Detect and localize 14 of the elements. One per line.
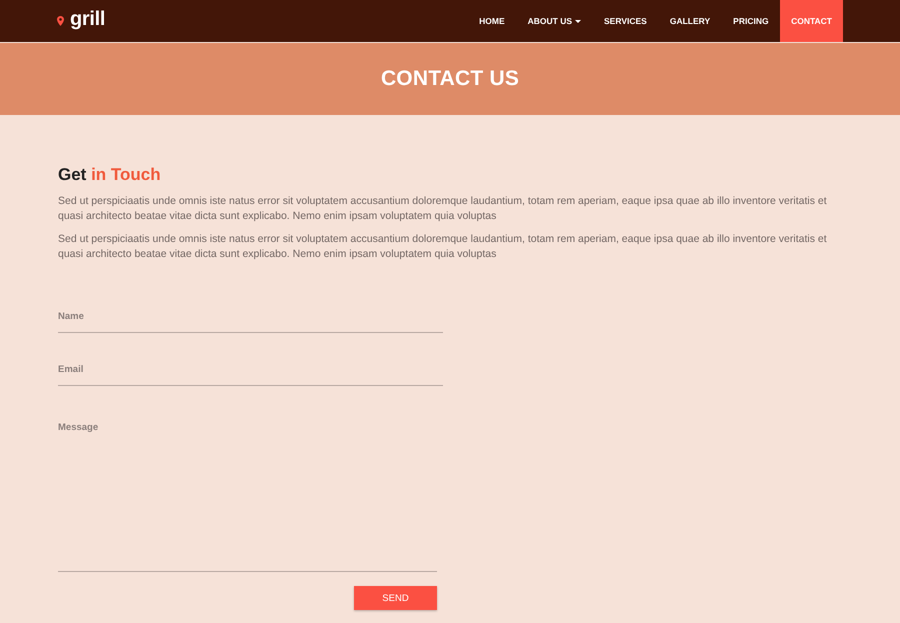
logo-text[interactable]: grill xyxy=(70,8,106,34)
text-input-field[interactable]: Name xyxy=(58,306,443,333)
body-paragraph: Sed ut perspiciaatis unde omnis iste natus error sit voluptatem accusantium doloremque laudantium, totam rem aperiam, eaque ipsa quae ab illo inventore veritatis et quasi architecto beatae vitae dicta sunt explicabo. Nemo enim ipsam voluptatem quia voluptas xyxy=(58,194,828,224)
nav-link[interactable]: ABOUT US xyxy=(516,0,593,42)
page-title: CONTACT US xyxy=(380,67,520,91)
body-paragraph: Sed ut perspiciaatis unde omnis iste natus error sit voluptatem accusantium doloremque laudantium, totam rem aperiam, eaque ipsa quae ab illo inventore veritatis et quasi architecto beatae vitae dicta sunt explicabo. Nemo enim ipsam voluptatem quia voluptas xyxy=(58,232,828,262)
nav-link[interactable]: PRICING xyxy=(722,0,780,42)
map-pin-icon xyxy=(57,16,64,26)
section-heading: Get in Touch xyxy=(58,165,162,185)
nav-link[interactable]: HOME xyxy=(468,0,516,42)
nav-link[interactable]: SERVICES xyxy=(592,0,658,42)
message-textarea[interactable]: Message xyxy=(58,412,437,572)
text-input-field[interactable]: Email xyxy=(58,359,443,386)
nav-link[interactable]: GALLERY xyxy=(658,0,722,42)
